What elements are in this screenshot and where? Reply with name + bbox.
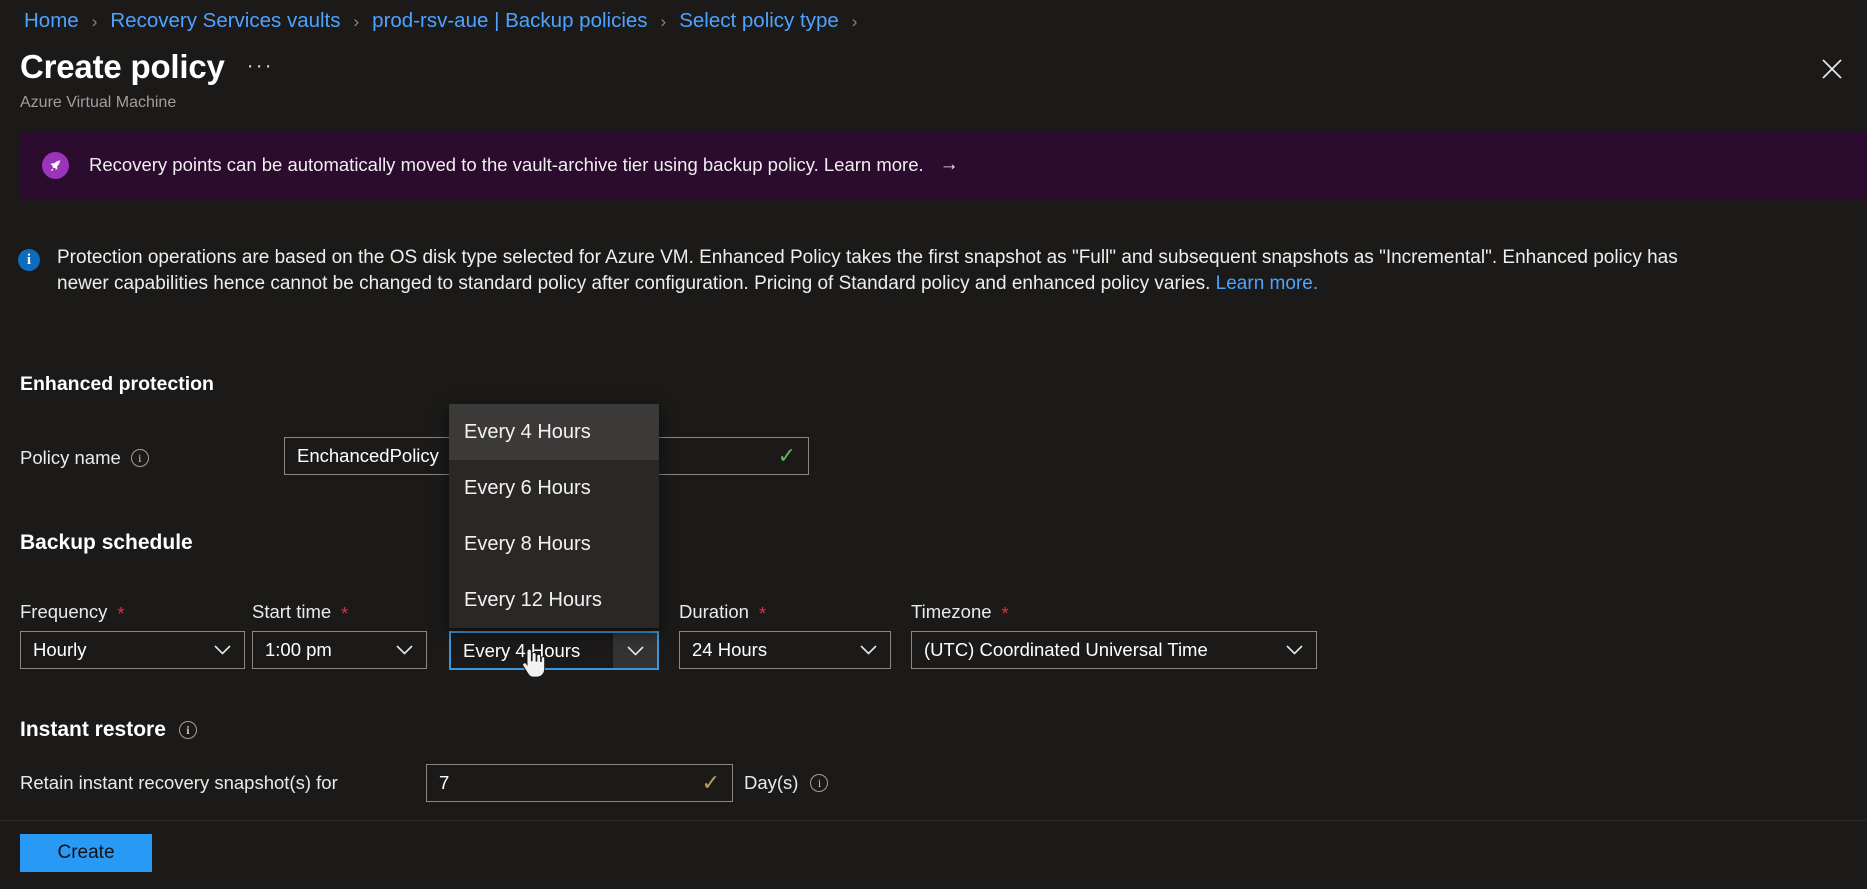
backup-interval-select[interactable]: Every 4 Hours	[449, 631, 659, 670]
chevron-down-icon	[395, 639, 414, 661]
create-policy-blade: Home › Recovery Services vaults › prod-r…	[0, 0, 1867, 889]
policy-name-info-icon[interactable]: i	[130, 449, 149, 467]
required-marker: *	[758, 604, 766, 624]
info-message-text: Protection operations are based on the O…	[57, 245, 1717, 297]
start-time-select[interactable]: 1:00 pm	[252, 631, 427, 669]
arrow-right-icon[interactable]: →	[940, 154, 959, 176]
breadcrumb-separator-icon: ›	[353, 12, 360, 31]
frequency-select[interactable]: Hourly	[20, 631, 245, 669]
timezone-label: Timezone	[911, 601, 992, 622]
chevron-down-icon	[213, 639, 232, 661]
duration-value: 24 Hours	[692, 639, 768, 660]
required-marker: *	[117, 604, 125, 624]
dropdown-option-every-8-hours[interactable]: Every 8 Hours	[449, 516, 659, 572]
frequency-label-group: Frequency *	[20, 601, 124, 623]
info-message-body: Protection operations are based on the O…	[57, 247, 1678, 294]
start-time-value: 1:00 pm	[265, 639, 332, 660]
retain-unit-label-group: Day(s) i	[744, 772, 829, 794]
promo-banner-text: Recovery points can be automatically mov…	[89, 154, 924, 175]
retain-unit-info-icon[interactable]: i	[810, 774, 829, 792]
rocket-icon	[42, 151, 69, 179]
start-time-label-group: Start time *	[252, 601, 348, 623]
enhanced-policy-info-message: i Protection operations are based on the…	[18, 245, 1718, 297]
more-options-icon[interactable]: ···	[247, 55, 274, 76]
backup-interval-value: Every 4 Hours	[463, 639, 581, 661]
breadcrumb-item-recovery-services-vaults[interactable]: Recovery Services vaults	[108, 8, 342, 34]
frequency-label: Frequency	[20, 601, 108, 622]
timezone-label-group: Timezone *	[911, 601, 1009, 623]
dropdown-option-every-4-hours[interactable]: Every 4 Hours	[449, 404, 659, 460]
retain-snapshot-days-value: 7	[439, 772, 450, 793]
duration-label-group: Duration *	[679, 601, 766, 623]
section-title-enhanced-protection: Enhanced protection	[20, 373, 214, 395]
frequency-value: Hourly	[33, 639, 87, 660]
policy-name-label: Policy name	[20, 447, 121, 468]
required-marker: *	[1001, 604, 1009, 624]
timezone-select[interactable]: (UTC) Coordinated Universal Time	[911, 631, 1317, 669]
retain-snapshot-label: Retain instant recovery snapshot(s) for	[20, 772, 338, 793]
section-title-backup-schedule: Backup schedule	[20, 531, 193, 554]
duration-select[interactable]: 24 Hours	[679, 631, 891, 669]
breadcrumb-item-backup-policies[interactable]: prod-rsv-aue | Backup policies	[370, 8, 649, 34]
duration-label: Duration	[679, 601, 749, 622]
page-title: Create policy	[20, 48, 225, 85]
breadcrumb-separator-icon: ›	[660, 12, 667, 31]
policy-name-label-group: Policy name i	[20, 447, 149, 469]
dropdown-option-every-12-hours[interactable]: Every 12 Hours	[449, 572, 659, 628]
chevron-down-icon	[1285, 639, 1304, 661]
backup-interval-dropdown-panel[interactable]: Every 4 Hours Every 6 Hours Every 8 Hour…	[449, 404, 659, 628]
retain-snapshot-days-input[interactable]: 7 ✓	[426, 764, 733, 802]
breadcrumb-separator-icon: ›	[91, 12, 98, 31]
retain-unit-label: Day(s)	[744, 772, 799, 793]
required-marker: *	[341, 604, 349, 624]
section-title-instant-restore: Instant restore i	[20, 718, 197, 742]
breadcrumb: Home › Recovery Services vaults › prod-r…	[22, 8, 868, 34]
breadcrumb-item-select-policy-type[interactable]: Select policy type	[677, 8, 841, 34]
chevron-down-icon[interactable]	[613, 633, 657, 668]
vault-archive-promo-banner: Recovery points can be automatically mov…	[20, 131, 1867, 199]
start-time-label: Start time	[252, 601, 332, 622]
close-icon[interactable]	[1815, 52, 1849, 86]
chevron-down-icon	[859, 639, 878, 661]
valid-check-icon: ✓	[777, 443, 796, 468]
breadcrumb-item-home[interactable]: Home	[22, 8, 81, 34]
breadcrumb-separator-icon: ›	[851, 12, 858, 31]
page-title-row: Create policy ···	[20, 46, 274, 88]
blade-footer: Create	[0, 820, 1867, 889]
page-subtitle: Azure Virtual Machine	[20, 94, 177, 111]
dropdown-option-every-6-hours[interactable]: Every 6 Hours	[449, 460, 659, 516]
instant-restore-info-icon[interactable]: i	[178, 721, 197, 739]
instant-restore-label: Instant restore	[20, 718, 166, 741]
create-button[interactable]: Create	[20, 834, 152, 872]
valid-check-icon: ✓	[701, 770, 720, 795]
timezone-value: (UTC) Coordinated Universal Time	[924, 639, 1208, 660]
info-icon: i	[18, 249, 40, 271]
info-learn-more-link[interactable]: Learn more.	[1216, 273, 1318, 294]
